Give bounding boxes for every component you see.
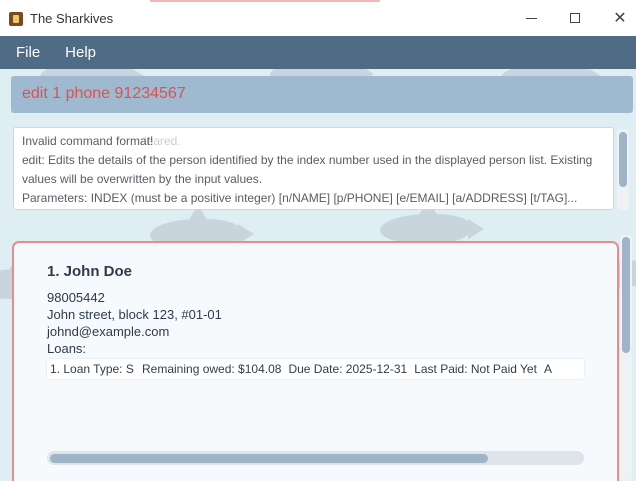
result-scrollbar[interactable] [617, 129, 629, 210]
minimize-button[interactable] [516, 6, 546, 30]
window-title: The Sharkives [30, 11, 114, 26]
command-box[interactable]: edit 1 phone 91234567 [11, 76, 633, 113]
window-titlebar: The Sharkives ✕ [0, 0, 636, 36]
loan-type: 1. Loan Type: S [50, 362, 134, 376]
loan-remaining: Remaining owed: $104.08 [142, 362, 282, 376]
card-horizontal-scrollbar-thumb[interactable] [50, 454, 488, 463]
loan-overflow: A [543, 362, 552, 376]
person-phone: 98005442 [47, 290, 105, 305]
close-button[interactable]: ✕ [605, 6, 635, 30]
loan-due-date: Due Date: 2025-12-31 [288, 362, 408, 376]
minimize-icon [525, 17, 537, 19]
maximize-button[interactable] [560, 6, 590, 30]
main-panel: edit 1 phone 91234567 leared. Invalid co… [0, 69, 636, 481]
command-input[interactable]: edit 1 phone 91234567 [22, 85, 186, 103]
loan-last-paid: Last Paid: Not Paid Yet [414, 362, 537, 376]
person-address: John street, block 123, #01-01 [47, 307, 222, 322]
result-display[interactable]: leared. Invalid command format! edit: Ed… [13, 127, 614, 210]
person-list-scrollbar[interactable] [620, 235, 632, 481]
person-email: johnd@example.com [47, 324, 170, 339]
person-name: 1. John Doe [47, 263, 133, 280]
titlebar-accent [150, 0, 380, 2]
person-list-scrollbar-thumb[interactable] [622, 237, 630, 353]
result-scrollbar-thumb[interactable] [619, 132, 627, 187]
result-line: values will be overwritten by the input … [22, 172, 263, 186]
result-line: Invalid command format! [22, 134, 154, 148]
loans-label: Loans: [47, 341, 87, 356]
app-icon [9, 12, 23, 26]
person-card[interactable]: 1. John Doe 98005442 John street, block … [12, 241, 619, 481]
loan-item: 1. Loan Type: S Remaining owed: $104.08 … [47, 359, 584, 379]
result-line: Parameters: INDEX (must be a positive in… [22, 191, 578, 205]
shark-background-icon [380, 200, 484, 244]
menu-bar: File Help [0, 36, 636, 69]
card-horizontal-scrollbar[interactable] [47, 451, 584, 465]
maximize-icon [570, 13, 580, 23]
result-line: edit: Edits the details of the person id… [22, 153, 593, 167]
close-icon: ✕ [613, 10, 627, 27]
menu-file[interactable]: File [16, 44, 40, 61]
menu-help[interactable]: Help [65, 44, 96, 61]
